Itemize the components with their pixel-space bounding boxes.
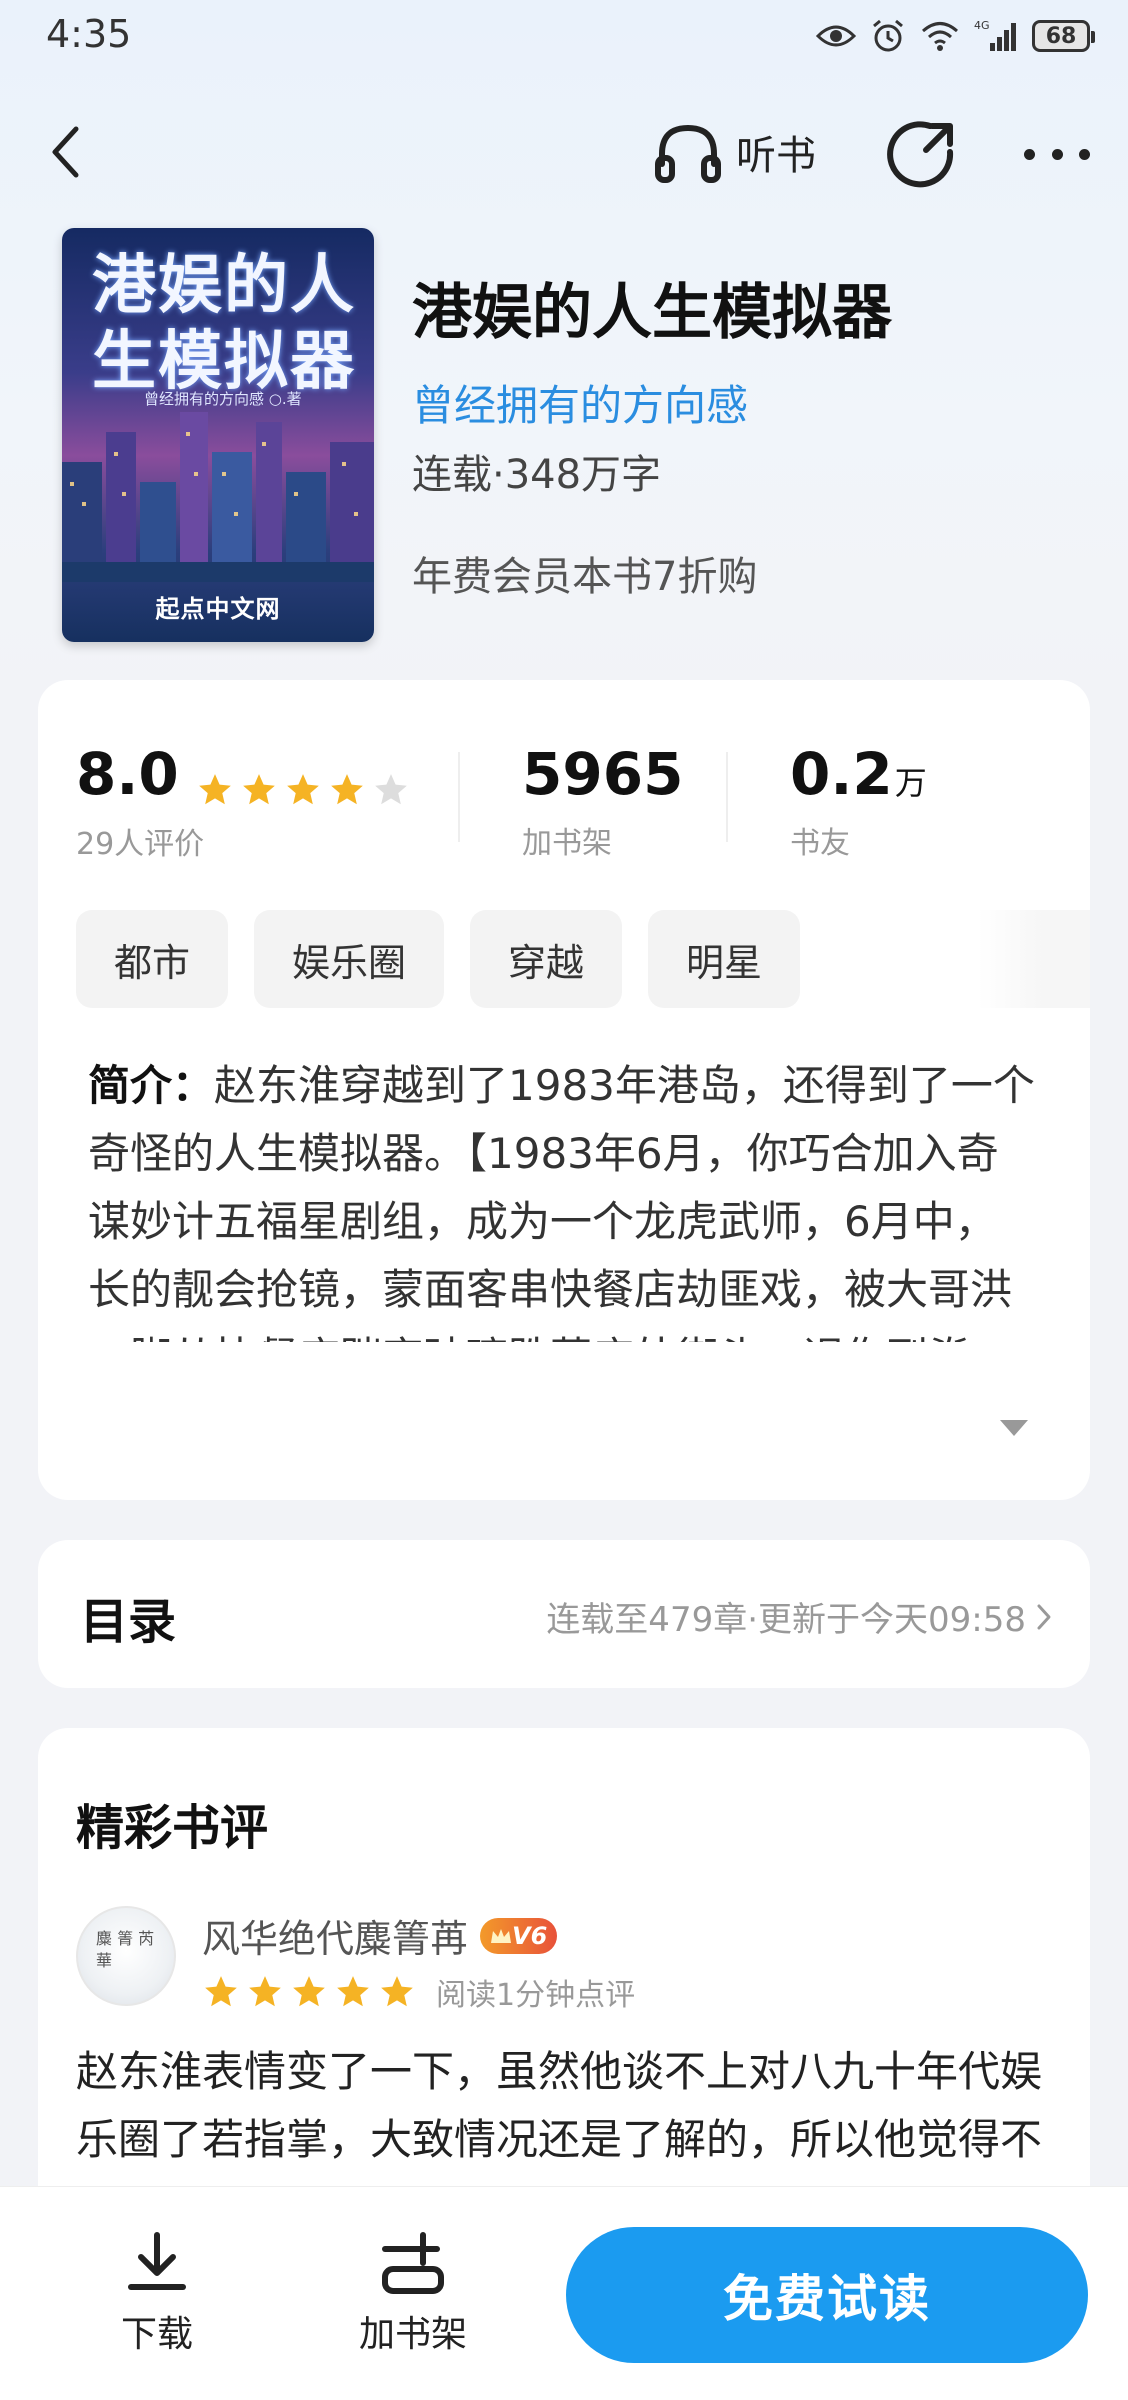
stat-divider [726,752,728,842]
star-icon [199,773,231,804]
member-promo[interactable]: 年费会员本书7折购 [412,544,757,602]
share-button[interactable] [886,118,958,190]
tag-scroll-fade [978,910,1090,1008]
reviews-title: 精彩书评 [76,1800,269,1856]
listen-button[interactable]: 听书 [652,116,816,188]
fans-unit: 万 [894,764,927,802]
download-label: 下载 [120,2314,193,2355]
star-icon [249,1976,281,2007]
author-link[interactable]: 曾经拥有的方向感 [412,372,748,433]
add-shelf-icon [382,2232,444,2294]
add-shelf-label: 加书架 [358,2314,467,2355]
cover-publisher: 起点中文网 [155,595,281,623]
star-icon [243,773,275,804]
status-time: 4:35 [46,12,132,56]
stat-divider [458,752,460,842]
book-synopsis[interactable]: 简介：赵东淮穿越到了1983年港岛，还得到了一个奇怪的人生模拟器。【1983年6… [88,1052,1038,1342]
fans-stat[interactable]: 0.2万 书友 [790,740,927,862]
chevron-right-icon [1037,1604,1051,1629]
status-bar: 4:35 4G 68 [0,0,1128,72]
reviewer-name[interactable]: 风华绝代麋箐苒 V6 [202,1908,558,1963]
download-button[interactable]: 下载 [92,2231,222,2357]
fans-label: 书友 [790,826,850,861]
dot-icon [1024,148,1035,160]
cover-skyline-art [62,412,374,582]
fans-count: 0.2 [790,740,893,808]
chevron-left-icon [52,126,79,178]
add-to-shelf-button[interactable]: 加书架 [348,2231,478,2357]
expand-arrow-icon[interactable] [998,1418,1030,1438]
synopsis-label: 简介： [88,1061,215,1110]
review-meta: 阅读1分钟点评 [436,1978,636,2013]
vip-level-text: V6 [512,1921,548,1950]
book-info-card: 8.0 29人评价 5965 加书架 0.2万 书友 都市 娱乐圈 穿越 明星 … [38,680,1090,1500]
star-icon [205,1976,237,2007]
tag-chip[interactable]: 都市 [76,910,229,1008]
headphones-icon [655,124,721,183]
star-icon [287,773,319,804]
tag-chip[interactable]: 明星 [648,910,801,1008]
cellular-signal-icon: 4G [974,19,1016,51]
avatar[interactable]: 麋 箐 芮 華 [76,1906,176,2006]
toc-card[interactable]: 目录 连载至479章·更新于今天09:58 [38,1540,1090,1688]
rating-score: 8.0 [76,740,179,808]
eye-icon [816,25,856,47]
star-icon [293,1976,325,2007]
shelf-label: 加书架 [522,826,612,861]
wifi-icon [922,22,958,51]
toc-title: 目录 [80,1594,177,1650]
star-icon [337,1976,369,2007]
dot-icon [1051,148,1063,160]
synopsis-text: 赵东淮穿越到了1983年港岛，还得到了一个奇怪的人生模拟器。【1983年6月，你… [88,1061,1035,1342]
shelf-stat: 5965 加书架 [522,740,683,862]
tag-list: 都市 娱乐圈 穿越 明星 [76,910,801,1008]
free-read-button[interactable]: 免费试读 [566,2227,1088,2363]
back-button[interactable] [40,120,90,184]
alarm-icon [873,19,903,52]
avatar-calligraphy: 麋 箐 芮 華 [96,1929,155,1970]
network-type: 4G [974,19,990,32]
download-icon [128,2232,186,2290]
status-icons: 4G 68 [816,14,1095,58]
bottom-action-bar: 下载 加书架 免费试读 [0,2186,1128,2400]
vip-level-badge: V6 [480,1917,558,1954]
crown-icon [491,1928,512,1943]
star-icon [381,1976,413,2007]
reviewer-name-text: 风华绝代麋箐苒 [202,1917,469,1961]
dot-icon [1079,148,1090,160]
toc-update-text: 连载至479章·更新于今天09:58 [546,1600,1026,1640]
shelf-count: 5965 [522,740,684,808]
star-icon [331,773,363,804]
rating-stars [196,771,410,809]
listen-label: 听书 [736,133,816,179]
star-empty-icon [375,773,407,804]
book-title: 港娱的人生模拟器 [412,278,892,348]
cover-title: 港娱的人生模拟器 [92,248,356,399]
battery-icon: 68 [1032,20,1095,52]
more-options-button[interactable] [1024,130,1090,178]
tag-chip[interactable]: 娱乐圈 [254,910,445,1008]
share-icon [887,121,954,188]
book-cover[interactable]: 港娱的人生模拟器 曾经拥有的方向感 ○.著 起点中文网 [62,228,374,642]
rating-count: 29人评价 [76,826,205,862]
tag-chip[interactable]: 穿越 [470,910,623,1008]
book-status: 连载·348万字 [412,452,662,498]
toc-status: 连载至479章·更新于今天09:58 [546,1592,1052,1641]
rating-stat[interactable]: 8.0 29人评价 [76,740,410,863]
review-rating: 阅读1分钟点评 [202,1970,635,2014]
